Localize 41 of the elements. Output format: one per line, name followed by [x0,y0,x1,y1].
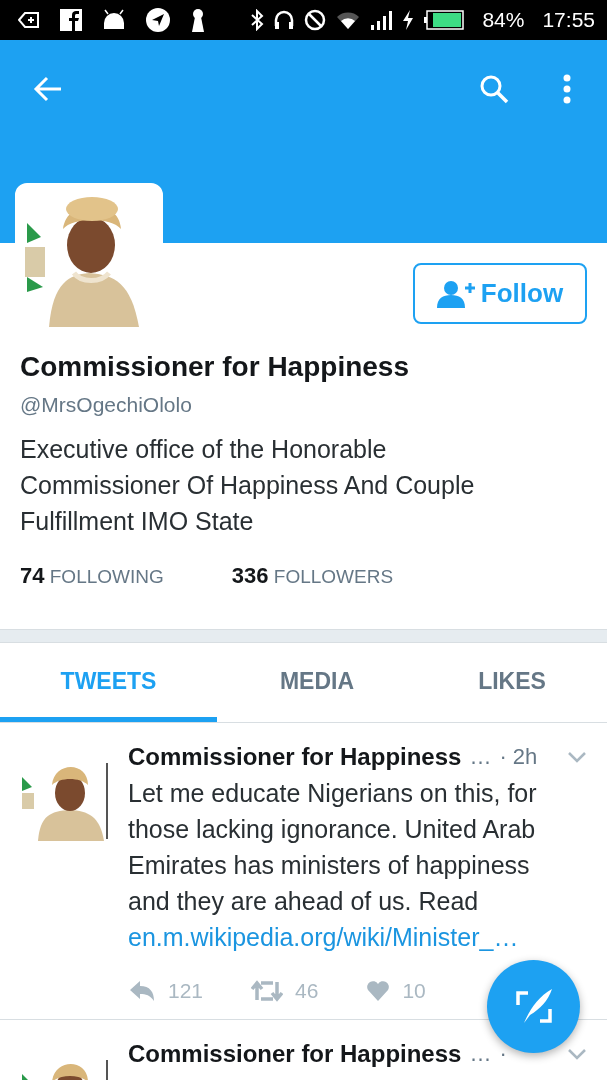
like-count: 10 [402,979,426,1003]
back-arrow-icon[interactable] [33,76,63,102]
search-icon[interactable] [479,74,509,104]
tweet-time: · 2h [499,744,538,770]
charging-icon [402,10,415,30]
do-not-disturb-icon [304,9,327,31]
profile-bio: Executive office of the Honorable Commissioner Of Happiness And Couple Fulfillment IMO State [20,434,476,537]
tweet-link[interactable]: en.m.wikipedia.org/wiki/Minister_… [128,923,519,951]
notification-icon [18,11,40,29]
tweet-handle: … [469,1041,492,1067]
retweet-count: 46 [295,979,319,1003]
reply-count: 121 [168,979,204,1003]
retweet-icon[interactable] [251,980,284,1002]
battery-percentage: 84% [482,8,525,32]
following-count[interactable]: 74 FOLLOWING [20,563,164,589]
tweet-handle: … [469,744,492,770]
heart-icon[interactable] [366,980,391,1002]
followers-count[interactable]: 336 FOLLOWERS [231,563,394,589]
add-user-icon [436,279,477,308]
reply-icon[interactable] [128,980,156,1002]
tweet-author: Commissioner for Happiness [128,743,462,771]
wifi-icon [336,10,361,30]
bluetooth-icon [250,9,265,31]
tweet-text: Let me educate Nigerians on this, for those lacking ignorance. United Arab Emirates has ministers of happiness and they are ahead of us. Read en.m.wikipedia.org/wiki/Minister_… [128,778,538,953]
clock: 17:55 [542,8,595,32]
facebook-icon [60,9,82,31]
navigation-icon [146,8,170,32]
profile-name: Commissioner for Happiness [20,351,410,383]
android-icon [102,9,126,31]
more-options-icon[interactable] [563,74,571,104]
keyhole-icon [190,8,206,32]
headphones-icon [274,10,295,30]
profile-handle: @MrsOgechiOlolo [20,393,193,417]
tweet-time: · [499,1041,507,1067]
chevron-down-icon[interactable] [567,1048,587,1060]
battery-icon [424,10,465,30]
signal-icon [370,10,393,30]
tweet-author: Commissioner for Happiness [128,1040,462,1068]
chevron-down-icon[interactable] [567,751,587,763]
follow-button[interactable]: Follow [413,263,587,324]
compose-button[interactable] [487,960,580,1053]
